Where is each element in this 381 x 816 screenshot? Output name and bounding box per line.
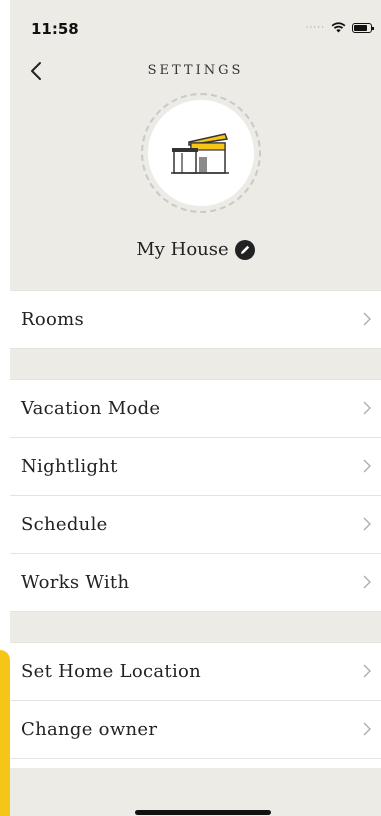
settings-header: 11:58 ····· SETTINGS My House xyxy=(10,0,381,290)
row-label: Rooms xyxy=(21,309,85,330)
bottom-bar xyxy=(10,768,381,816)
wifi-icon xyxy=(331,22,346,33)
settings-row-change-owner[interactable]: Change owner xyxy=(10,701,381,759)
settings-row-rooms[interactable]: Rooms xyxy=(10,290,381,349)
row-label: Set Home Location xyxy=(21,661,202,682)
status-bar: 11:58 ····· xyxy=(10,0,381,46)
section-divider xyxy=(10,612,381,643)
chevron-right-icon xyxy=(363,459,371,473)
status-time: 11:58 xyxy=(31,20,79,38)
row-label: Vacation Mode xyxy=(21,398,161,419)
row-label: Nightlight xyxy=(21,456,118,477)
signal-icon: ····· xyxy=(305,22,325,33)
chevron-right-icon xyxy=(363,517,371,531)
section-divider xyxy=(10,349,381,380)
battery-icon xyxy=(352,22,374,33)
home-avatar[interactable] xyxy=(141,93,261,213)
settings-row-works-with[interactable]: Works With xyxy=(10,554,381,612)
chevron-right-icon xyxy=(363,575,371,589)
house-icon xyxy=(171,133,229,174)
chevron-right-icon xyxy=(363,722,371,736)
row-label: Change owner xyxy=(21,719,158,740)
home-indicator[interactable] xyxy=(135,810,271,815)
home-name-row: My House xyxy=(10,239,381,260)
home-name: My House xyxy=(136,239,229,260)
status-icons: ····· xyxy=(305,22,374,33)
row-label: Works With xyxy=(21,572,130,593)
settings-screen: 11:58 ····· SETTINGS My House Rooms Vaca… xyxy=(10,0,381,816)
settings-row-set-home-location[interactable]: Set Home Location xyxy=(10,643,381,701)
pencil-icon[interactable] xyxy=(234,239,255,260)
row-label: Schedule xyxy=(21,514,108,535)
avatar-circle xyxy=(148,100,254,206)
side-accent-tab[interactable] xyxy=(0,650,10,816)
settings-row-vacation-mode[interactable]: Vacation Mode xyxy=(10,380,381,438)
settings-row-nightlight[interactable]: Nightlight xyxy=(10,438,381,496)
chevron-right-icon xyxy=(363,312,371,326)
settings-row-schedule[interactable]: Schedule xyxy=(10,496,381,554)
chevron-right-icon xyxy=(363,664,371,678)
page-title: SETTINGS xyxy=(147,63,244,78)
settings-list: Rooms Vacation Mode Nightlight Schedule xyxy=(10,290,381,759)
chevron-right-icon xyxy=(363,401,371,415)
